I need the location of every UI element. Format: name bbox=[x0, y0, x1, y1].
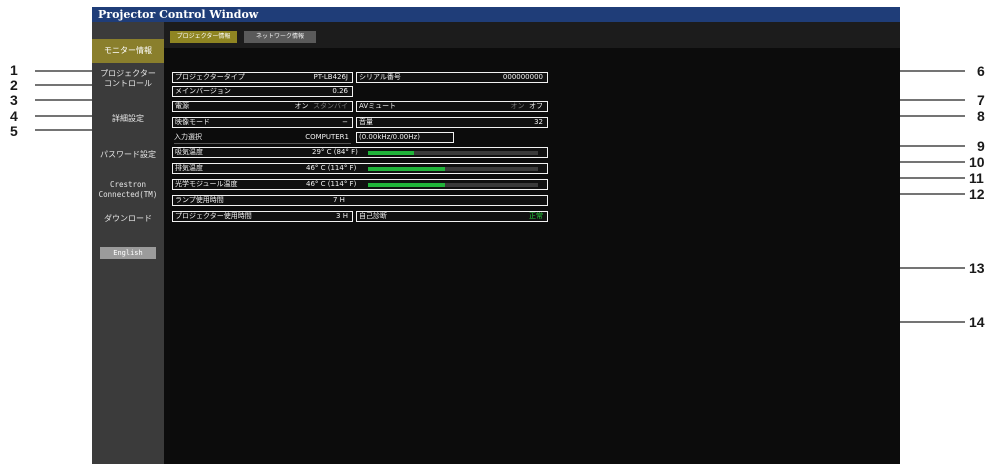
sidebar-item-monitor-info[interactable]: モニター情報 bbox=[92, 39, 164, 63]
main-version-label: メインバージョン bbox=[175, 87, 231, 95]
input-signal-value: (0.00kHz/0.00Hz) bbox=[359, 133, 420, 141]
english-button[interactable]: English bbox=[100, 247, 156, 259]
self-test-label: 自己診断 bbox=[359, 212, 387, 220]
exhaust-temp-value: 46° C (114° F) bbox=[306, 164, 357, 172]
projector-control-window: Projector Control Window モニター情報 プロジェクター … bbox=[92, 7, 900, 464]
tab-bar: プロジェクター情報 ネットワーク情報 bbox=[164, 22, 900, 48]
main-version-row: メインバージョン 0.26 bbox=[172, 86, 353, 97]
intake-temp-value: 29° C (84° F) bbox=[312, 148, 358, 156]
sidebar-item-download[interactable]: ダウンロード bbox=[92, 214, 164, 226]
exhaust-temp-label: 排気温度 bbox=[175, 164, 203, 172]
picture-mode-label: 映像モード bbox=[175, 118, 210, 126]
sidebar-item-password[interactable]: パスワード設定 bbox=[92, 150, 164, 162]
callout-4: 4 bbox=[10, 108, 18, 124]
power-row: 電源 オン スタンバイ bbox=[172, 101, 353, 112]
power-label: 電源 bbox=[175, 102, 189, 110]
picture-mode-value: − bbox=[342, 118, 348, 126]
av-mute-off-status: オフ bbox=[529, 102, 543, 110]
power-standby-status: スタンバイ bbox=[313, 102, 348, 110]
callout-14: 14 bbox=[969, 314, 985, 330]
exhaust-temp-row: 排気温度 46° C (114° F) bbox=[172, 163, 548, 174]
self-test-value: 正常 bbox=[529, 212, 543, 220]
projector-hours-row: プロジェクター使用時間 3 H bbox=[172, 211, 353, 222]
callout-11: 11 bbox=[969, 170, 984, 186]
intake-temp-row: 吸気温度 29° C (84° F) bbox=[172, 147, 548, 158]
projector-hours-value: 3 H bbox=[336, 212, 348, 220]
input-signal-box: (0.00kHz/0.00Hz) bbox=[356, 132, 454, 143]
callout-9: 9 bbox=[977, 138, 985, 154]
tab-network-info[interactable]: ネットワーク情報 bbox=[244, 31, 316, 43]
optical-temp-row: 光学モジュール温度 46° C (114° F) bbox=[172, 179, 548, 190]
serial-label: シリアル番号 bbox=[359, 73, 401, 81]
callout-12: 12 bbox=[969, 186, 985, 202]
callout-5: 5 bbox=[10, 123, 18, 139]
sidebar-item-projector-control[interactable]: プロジェクター コントロール bbox=[92, 69, 164, 91]
optical-temp-bar-fill bbox=[368, 183, 445, 187]
optical-temp-label: 光学モジュール温度 bbox=[175, 180, 238, 188]
main-version-value: 0.26 bbox=[332, 87, 348, 95]
projector-type-value: PT-LB426J bbox=[313, 73, 348, 81]
window-title: Projector Control Window bbox=[92, 7, 900, 22]
input-value: COMPUTER1 bbox=[305, 133, 349, 141]
callout-13: 13 bbox=[969, 260, 985, 276]
callout-3: 3 bbox=[10, 92, 18, 108]
volume-label: 音量 bbox=[359, 118, 373, 126]
picture-mode-row: 映像モード − bbox=[172, 117, 353, 128]
lamp-hours-value: 7 H bbox=[333, 196, 345, 204]
input-label: 入力選択 bbox=[174, 133, 202, 141]
projector-type-row: プロジェクタータイプ PT-LB426J bbox=[172, 72, 353, 83]
projector-type-label: プロジェクタータイプ bbox=[175, 73, 245, 81]
sidebar-item-advanced-settings[interactable]: 詳細設定 bbox=[92, 114, 164, 126]
av-mute-on-status: オン bbox=[510, 102, 525, 110]
sidebar: モニター情報 プロジェクター コントロール 詳細設定 パスワード設定 Crest… bbox=[92, 22, 164, 464]
projector-hours-label: プロジェクター使用時間 bbox=[175, 212, 252, 220]
serial-row: シリアル番号 000000000 bbox=[356, 72, 548, 83]
callout-8: 8 bbox=[977, 108, 985, 124]
volume-row: 音量 32 bbox=[356, 117, 548, 128]
volume-value: 32 bbox=[534, 118, 543, 126]
callout-2: 2 bbox=[10, 77, 18, 93]
intake-temp-label: 吸気温度 bbox=[175, 148, 203, 156]
power-on-status: オン bbox=[294, 102, 309, 110]
callout-6: 6 bbox=[977, 63, 985, 79]
intake-temp-bar-fill bbox=[368, 151, 414, 155]
tab-projector-info[interactable]: プロジェクター情報 bbox=[170, 31, 237, 43]
optical-temp-bar bbox=[368, 183, 538, 187]
main-panel: プロジェクター情報 ネットワーク情報 プロジェクタータイプ PT-LB426J … bbox=[164, 22, 900, 464]
self-test-row: 自己診断 正常 bbox=[356, 211, 548, 222]
input-row: 入力選択 COMPUTER1 bbox=[174, 132, 351, 144]
av-mute-row: AVミュート オン オフ bbox=[356, 101, 548, 112]
callout-7: 7 bbox=[977, 92, 985, 108]
exhaust-temp-bar-fill bbox=[368, 167, 445, 171]
callout-1: 1 bbox=[10, 62, 18, 78]
av-mute-label: AVミュート bbox=[359, 102, 397, 110]
serial-value: 000000000 bbox=[502, 73, 543, 81]
intake-temp-bar bbox=[368, 151, 538, 155]
lamp-hours-label: ランプ使用時間 bbox=[175, 196, 224, 204]
lamp-hours-row: ランプ使用時間 7 H bbox=[172, 195, 548, 206]
callout-10: 10 bbox=[969, 154, 985, 170]
exhaust-temp-bar bbox=[368, 167, 538, 171]
sidebar-item-crestron[interactable]: Crestron Connected(TM) bbox=[92, 180, 164, 202]
optical-temp-value: 46° C (114° F) bbox=[306, 180, 357, 188]
